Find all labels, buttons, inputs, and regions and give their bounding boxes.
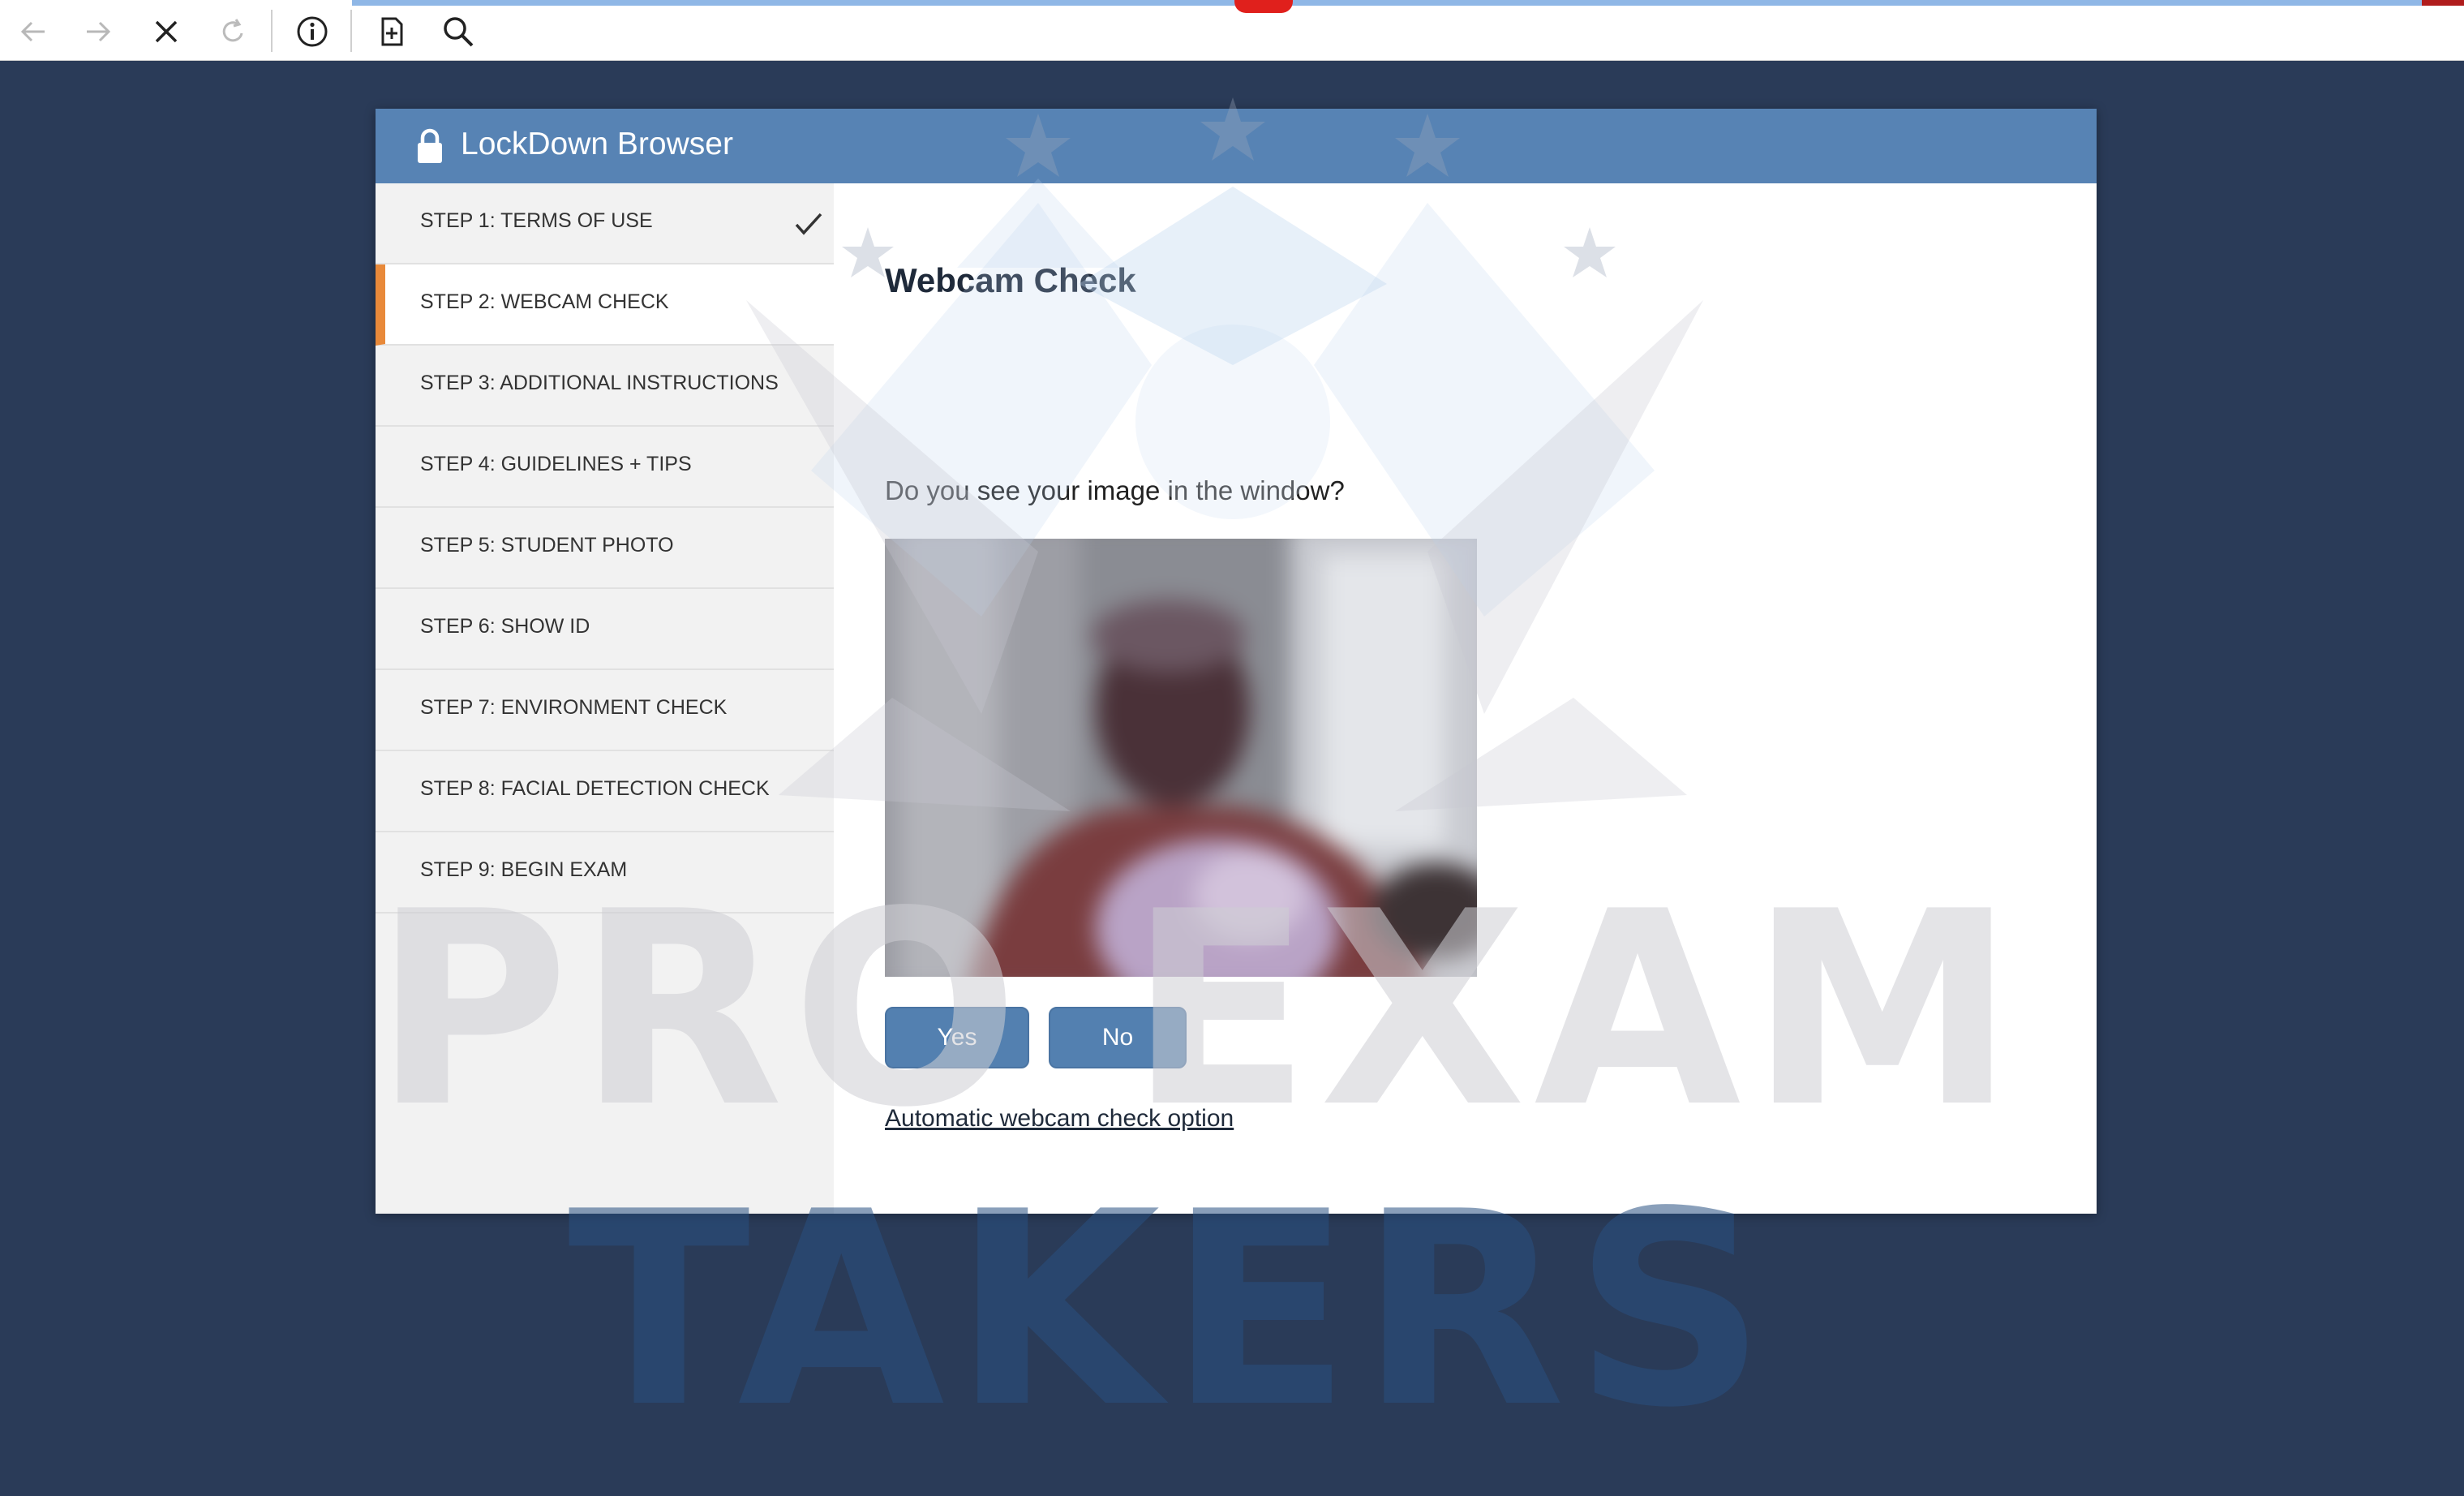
step-guidelines-tips[interactable]: STEP 4: GUIDELINES + TIPS: [376, 427, 834, 508]
page-load-progress: [352, 0, 2422, 6]
step-environment-check[interactable]: STEP 7: ENVIRONMENT CHECK: [376, 670, 834, 751]
browser-toolbar: [0, 0, 2464, 61]
webcam-question: Do you see your image in the window?: [885, 475, 1345, 505]
search-icon[interactable]: [438, 11, 479, 52]
add-page-icon[interactable]: [371, 11, 412, 52]
watermark-text-line-2: TAKERS: [568, 1154, 1775, 1466]
toolbar-notification-tab[interactable]: [1234, 0, 1293, 13]
step-facial-detection-check[interactable]: STEP 8: FACIAL DETECTION CHECK: [376, 751, 834, 832]
forward-icon[interactable]: [78, 11, 118, 52]
dialog-header: LockDown Browser: [376, 109, 2097, 183]
step-label: STEP 8: FACIAL DETECTION CHECK: [420, 777, 770, 800]
checkmark-icon: [795, 213, 822, 235]
dialog-title: LockDown Browser: [461, 127, 733, 161]
toolbar-divider: [350, 10, 352, 52]
step-label: STEP 7: ENVIRONMENT CHECK: [420, 696, 728, 719]
step-webcam-check[interactable]: STEP 2: WEBCAM CHECK: [376, 264, 834, 346]
back-icon[interactable]: [13, 11, 54, 52]
step-show-id[interactable]: STEP 6: SHOW ID: [376, 589, 834, 670]
step-label: STEP 5: STUDENT PHOTO: [420, 534, 674, 557]
step-terms-of-use[interactable]: STEP 1: TERMS OF USE: [376, 183, 834, 264]
watermark-text-line-1: PRO EXAM: [373, 854, 2024, 1166]
lock-icon: [418, 128, 442, 163]
step-additional-instructions[interactable]: STEP 3: ADDITIONAL INSTRUCTIONS: [376, 346, 834, 427]
stop-icon[interactable]: [146, 11, 187, 52]
page-title: Webcam Check: [885, 261, 1136, 299]
toolbar-divider: [271, 10, 273, 52]
progress-end-marker: [2422, 0, 2464, 6]
step-label: STEP 3: ADDITIONAL INSTRUCTIONS: [420, 372, 779, 394]
step-student-photo[interactable]: STEP 5: STUDENT PHOTO: [376, 508, 834, 589]
step-label: STEP 6: SHOW ID: [420, 615, 590, 638]
step-label: STEP 1: TERMS OF USE: [420, 209, 653, 232]
step-label: STEP 4: GUIDELINES + TIPS: [420, 453, 692, 475]
info-icon[interactable]: [292, 11, 333, 52]
reload-icon[interactable]: [212, 11, 253, 52]
step-label: STEP 2: WEBCAM CHECK: [420, 290, 669, 313]
